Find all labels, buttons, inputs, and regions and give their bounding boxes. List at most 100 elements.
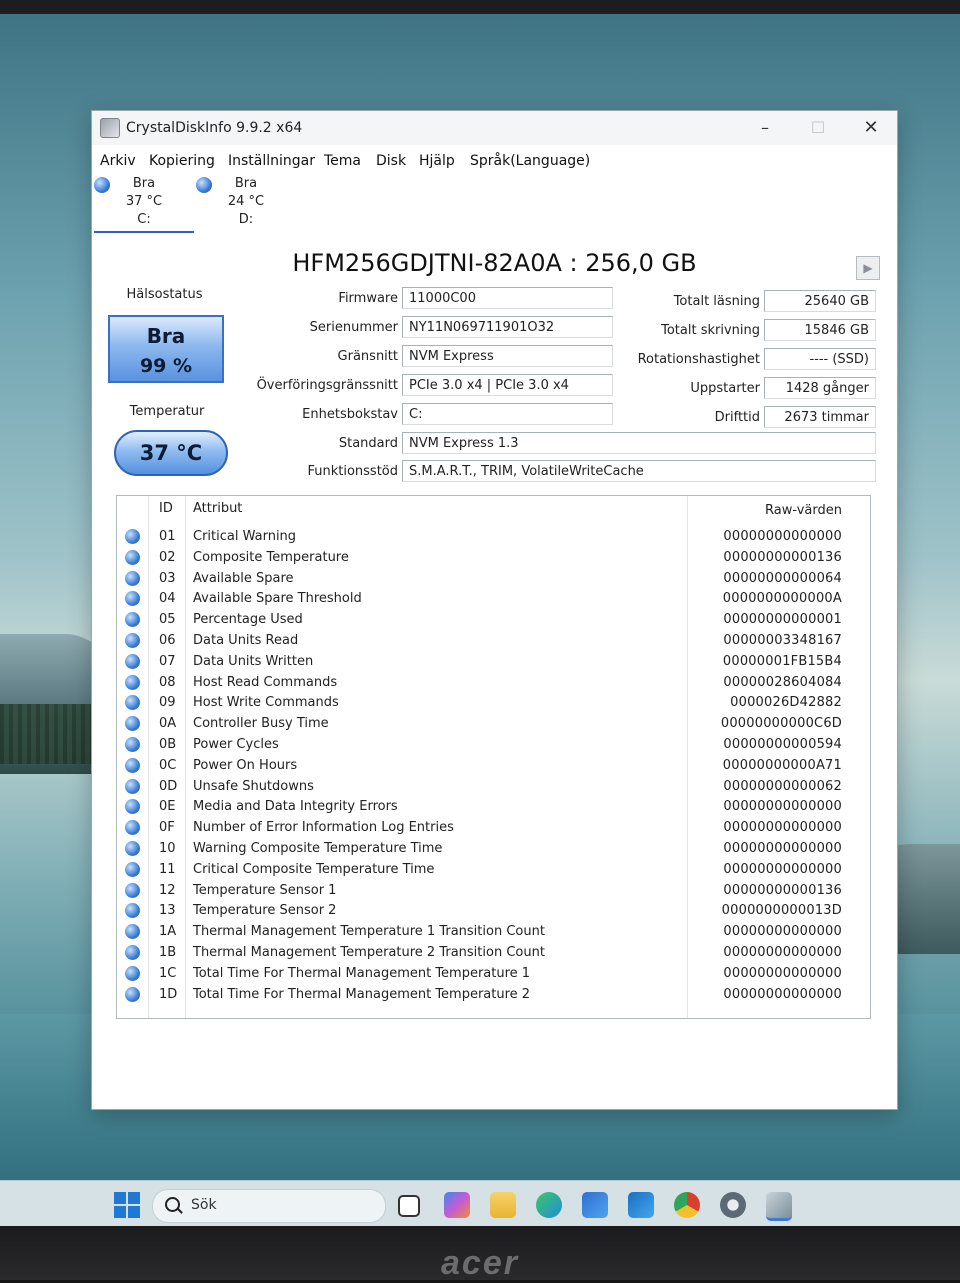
table-row[interactable]: 07 Data Units Written 00000001FB15B4: [117, 651, 870, 672]
table-row[interactable]: 06 Data Units Read 00000003348167: [117, 630, 870, 651]
table-row[interactable]: 0C Power On Hours 00000000000A71: [117, 755, 870, 776]
disk-tab-c[interactable]: Bra 37 °C C:: [94, 175, 194, 233]
status-good-icon: [125, 924, 140, 940]
attribute-name: Power Cycles: [193, 737, 279, 752]
table-row[interactable]: 04 Available Spare Threshold 0000000000000…: [117, 588, 870, 609]
attribute-id: 09: [159, 695, 176, 711]
menu-disk[interactable]: Disk: [376, 153, 406, 169]
total-writes-label: Totalt skrivning: [661, 323, 760, 338]
crystaldiskinfo-window: CrystalDiskInfo 9.9.2 x64 – ☐ ✕ Arkiv Ko…: [91, 110, 898, 1110]
chrome-icon[interactable]: [674, 1192, 700, 1218]
close-button[interactable]: ✕: [853, 115, 889, 141]
interface-value: NVM Express: [402, 345, 613, 367]
attribute-id: 0F: [159, 820, 175, 836]
attribute-name: Temperature Sensor 2: [193, 903, 337, 919]
temperature-button[interactable]: 37 °C: [114, 430, 228, 476]
table-row[interactable]: 12 Temperature Sensor 1 00000000000136: [117, 880, 870, 901]
total-reads-value: 25640 GB: [764, 290, 876, 312]
menu-tema[interactable]: Tema: [324, 153, 361, 169]
table-row[interactable]: 1A Thermal Management Temperature 1 Trans…: [117, 921, 870, 942]
standard-label: Standard: [338, 436, 398, 451]
settings-icon[interactable]: [720, 1192, 746, 1218]
smart-attribute-table[interactable]: ID Attribut Raw-värden 01 Critical Warnin…: [116, 495, 871, 1019]
monitor-brand-logo: acer: [441, 1244, 519, 1282]
attribute-name: Thermal Management Temperature 2 Transit…: [193, 945, 545, 960]
menu-arkiv[interactable]: Arkiv: [100, 153, 136, 169]
attribute-id: 0A: [159, 716, 177, 732]
attribute-id: 0E: [159, 799, 176, 815]
task-view-icon[interactable]: [398, 1195, 420, 1217]
table-row[interactable]: 1D Total Time For Thermal Management Temp…: [117, 984, 870, 1005]
attribute-name: Power On Hours: [193, 757, 298, 773]
table-row[interactable]: 05 Percentage Used 00000000000001: [117, 609, 870, 630]
menu-hjalp[interactable]: Hjälp: [419, 153, 455, 169]
next-disk-button[interactable]: ▶: [856, 256, 880, 280]
status-good-icon: [125, 778, 140, 794]
table-row[interactable]: 0A Controller Busy Time 00000000000C6D: [117, 713, 870, 734]
attribute-raw-value: 0000000000000A: [722, 591, 842, 607]
features-value: S.M.A.R.T., TRIM, VolatileWriteCache: [402, 460, 876, 482]
copilot-icon[interactable]: [444, 1192, 470, 1218]
attribute-id: 0C: [159, 757, 177, 773]
table-row[interactable]: 13 Temperature Sensor 2 0000000000013D: [117, 900, 870, 921]
table-row[interactable]: 1B Thermal Management Temperature 2 Trans…: [117, 942, 870, 963]
start-icon[interactable]: [114, 1192, 140, 1218]
table-row[interactable]: 09 Host Write Commands 0000026D42882: [117, 692, 870, 713]
attribute-name: Available Spare Threshold: [193, 591, 362, 607]
attribute-raw-value: 00000028604084: [723, 674, 842, 690]
attribute-raw-value: 00000000000C6D: [720, 716, 842, 732]
table-row[interactable]: 0F Number of Error Information Log Entrie…: [117, 817, 870, 838]
attribute-id: 11: [159, 861, 176, 877]
table-row[interactable]: 02 Composite Temperature 00000000000136: [117, 547, 870, 568]
attribute-name: Critical Composite Temperature Time: [193, 861, 435, 877]
attribute-id: 01: [159, 529, 176, 544]
status-good-icon: [125, 716, 140, 732]
search-placeholder: Sök: [191, 1197, 217, 1213]
crystaldiskinfo-icon[interactable]: [766, 1192, 792, 1221]
attribute-name: Available Spare: [193, 570, 294, 586]
menu-sprak[interactable]: Språk(Language): [470, 153, 590, 169]
title-bar[interactable]: CrystalDiskInfo 9.9.2 x64 – ☐ ✕: [92, 111, 897, 145]
menu-kopiering[interactable]: Kopiering: [149, 153, 215, 169]
table-row[interactable]: 11 Critical Composite Temperature Time 000…: [117, 859, 870, 880]
attribute-raw-value: 00000000000001: [723, 612, 842, 628]
taskbar-search[interactable]: Sök: [152, 1189, 386, 1223]
attribute-raw-value: 00000003348167: [723, 633, 842, 648]
table-row[interactable]: 0D Unsafe Shutdowns 00000000000062: [117, 776, 870, 797]
power-on-hours-label: Drifttid: [714, 410, 760, 425]
table-row[interactable]: 10 Warning Composite Temperature Time 0000…: [117, 838, 870, 859]
disk-tab-d[interactable]: Bra 24 °C D:: [196, 175, 296, 231]
table-row[interactable]: 01 Critical Warning 00000000000000: [117, 526, 870, 547]
attribute-raw-value: 00000000000136: [723, 882, 842, 898]
outlook-icon[interactable]: [628, 1192, 654, 1218]
header-id[interactable]: ID: [159, 501, 173, 516]
header-attribute[interactable]: Attribut: [193, 501, 242, 516]
store-icon[interactable]: [582, 1192, 608, 1218]
status-good-icon: [125, 882, 140, 898]
attribute-raw-value: 00000000000000: [723, 820, 842, 836]
attribute-id: 02: [159, 549, 176, 565]
table-row[interactable]: 1C Total Time For Thermal Management Temp…: [117, 963, 870, 984]
table-row[interactable]: 08 Host Read Commands 00000028604084: [117, 672, 870, 693]
attribute-name: Temperature Sensor 1: [193, 882, 337, 898]
file-explorer-icon[interactable]: [490, 1192, 516, 1218]
drive-letter-value: C:: [402, 403, 613, 425]
attribute-name: Thermal Management Temperature 1 Transit…: [193, 924, 545, 940]
table-row[interactable]: 0E Media and Data Integrity Errors 0000000…: [117, 796, 870, 817]
edge-icon[interactable]: [536, 1192, 562, 1218]
status-good-icon: [125, 633, 140, 648]
attribute-raw-value: 0000026D42882: [730, 695, 842, 711]
minimize-button[interactable]: –: [747, 115, 783, 141]
maximize-button[interactable]: ☐: [800, 115, 836, 141]
menu-installningar[interactable]: Inställningar: [228, 153, 315, 169]
power-on-hours-value: 2673 timmar: [764, 406, 876, 428]
health-status-button[interactable]: Bra 99 %: [108, 315, 224, 383]
table-row[interactable]: 0B Power Cycles 00000000000594: [117, 734, 870, 755]
standard-value: NVM Express 1.3: [402, 432, 876, 454]
header-raw-values[interactable]: Raw-värden: [717, 503, 842, 518]
status-good-icon: [125, 653, 140, 669]
status-good-icon: [125, 570, 140, 586]
total-reads-label: Totalt läsning: [673, 294, 760, 309]
status-good-icon: [125, 861, 140, 877]
table-row[interactable]: 03 Available Spare 00000000000064: [117, 568, 870, 589]
